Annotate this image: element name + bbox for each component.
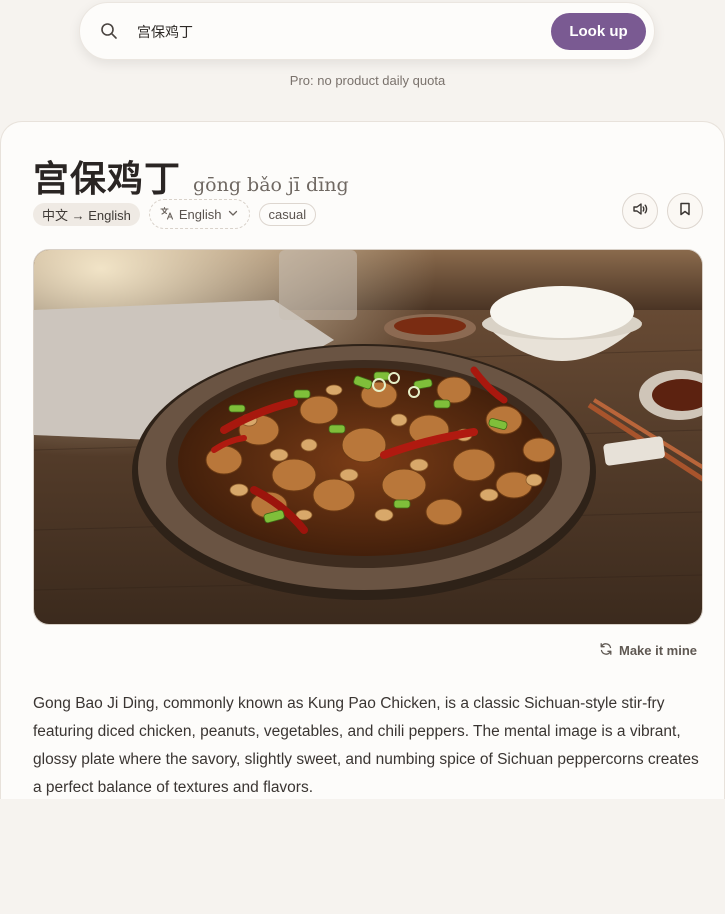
entry-tags: 中文 → English English casual: [33, 199, 317, 229]
language-dropdown-label: English: [178, 206, 222, 222]
search-icon: [100, 22, 118, 40]
speaker-icon: [631, 200, 649, 223]
entry-description: Gong Bao Ji Ding, commonly known as Kung…: [33, 695, 699, 796]
entry-card: 宫保鸡丁 gōng bǎo jī dīng 中文 → English Engli…: [0, 121, 725, 799]
page: Look up Pro: no product daily quota 宫保鸡丁…: [0, 0, 725, 914]
play-audio-button[interactable]: [622, 193, 658, 229]
bookmark-icon: [677, 201, 693, 222]
translate-icon: [160, 206, 174, 223]
search-input[interactable]: [137, 19, 537, 45]
make-it-mine-button[interactable]: Make it mine: [599, 642, 697, 659]
entry-pinyin: gōng bǎo jī dīng: [193, 174, 349, 196]
dish-image: [33, 249, 703, 625]
chevron-down-icon: [227, 207, 239, 222]
make-it-mine-label: Make it mine: [619, 643, 698, 658]
language-dropdown[interactable]: English: [148, 199, 250, 229]
direction-tag: 中文 → English: [33, 202, 140, 226]
entry-title: 宫保鸡丁 gōng bǎo jī dīng: [33, 150, 349, 202]
search-bar: Look up: [79, 2, 655, 60]
bookmark-button[interactable]: [667, 193, 703, 229]
look-up-button[interactable]: Look up: [551, 13, 646, 50]
refresh-icon: [599, 642, 613, 659]
quota-note: Pro: no product daily quota: [289, 73, 446, 88]
register-tag: casual: [258, 202, 317, 226]
entry-hanzi: 宫保鸡丁: [33, 158, 182, 200]
